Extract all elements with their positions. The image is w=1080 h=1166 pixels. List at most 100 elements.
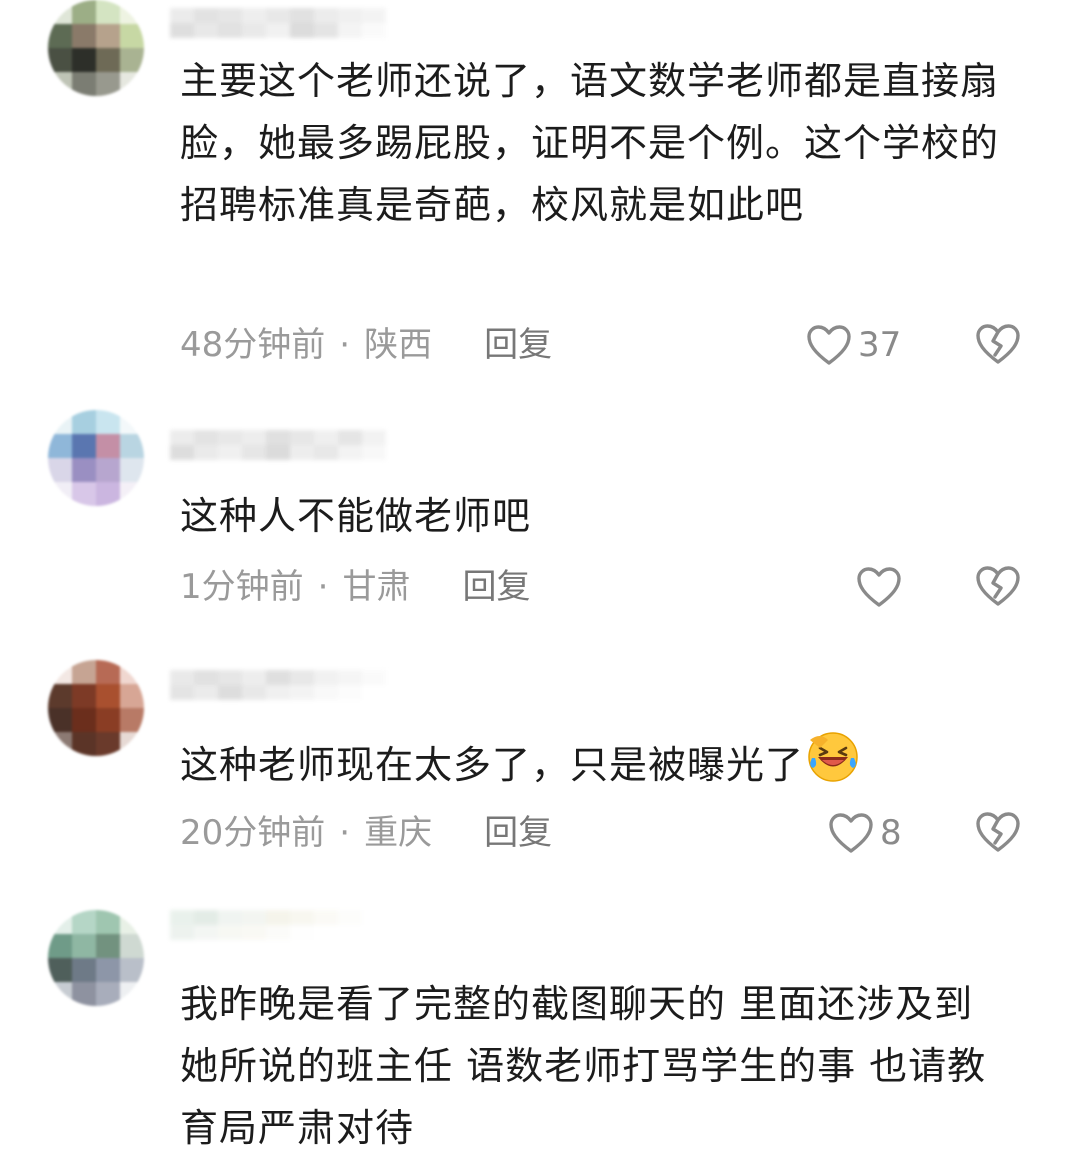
username-pixel: [194, 23, 218, 38]
username-pixel: [242, 8, 266, 23]
avatar-pixel: [96, 982, 120, 1006]
username-pixel: [338, 8, 362, 23]
like-count: 8: [880, 813, 902, 853]
comment-text: 主要这个老师还说了，语文数学老师都是直接扇脸，她最多踢屁股，证明不是个例。这个学…: [180, 59, 1000, 227]
avatar-pixel: [72, 958, 96, 982]
like-count: 37: [858, 325, 902, 365]
avatar-pixel: [120, 660, 144, 684]
username-pixel: [362, 910, 386, 925]
username-pixel: [290, 910, 314, 925]
username-pixel: [170, 430, 194, 445]
username-pixel: [290, 445, 314, 460]
username-pixel: [362, 670, 386, 685]
comment-meta: 48分钟前 · 陕西 回复: [180, 320, 552, 370]
username-pixel: [218, 8, 242, 23]
username-pixel: [194, 685, 218, 700]
avatar-pixel: [96, 910, 120, 934]
broken-heart-icon: [976, 324, 1020, 364]
heart-outline-icon: [829, 813, 873, 853]
laughing-crying-face-icon: [808, 732, 858, 782]
avatar-pixel: [72, 482, 96, 506]
reply-button[interactable]: 回复: [484, 808, 552, 858]
avatar-pixel: [96, 958, 120, 982]
username-pixel: [194, 430, 218, 445]
username-pixel: [338, 910, 362, 925]
avatar-pixel: [120, 708, 144, 732]
username-pixel: [266, 670, 290, 685]
comment-3: 这种老师现在太多了，只是被曝光了 20分钟前 · 重庆 回复 8: [0, 640, 1080, 890]
avatar-pixel: [48, 458, 72, 482]
username-pixel: [314, 445, 338, 460]
comment-text: 我昨晚是看了完整的截图聊天的 里面还涉及到她所说的班主任 语数老师打骂学生的事 …: [180, 982, 987, 1150]
broken-heart-icon: [976, 812, 1020, 852]
dislike-button[interactable]: [975, 322, 1021, 370]
username-pixel: [338, 445, 362, 460]
username-pixel: [242, 445, 266, 460]
avatar[interactable]: [48, 0, 144, 96]
username-pixel: [194, 8, 218, 23]
username-pixel: [266, 430, 290, 445]
like-button[interactable]: 37: [806, 320, 901, 370]
comment-time: 20分钟前: [180, 813, 326, 853]
comment-text: 这种老师现在太多了，只是被曝光了: [180, 730, 1010, 796]
avatar-pixel: [120, 458, 144, 482]
reply-button[interactable]: 回复: [484, 320, 552, 370]
dislike-button[interactable]: [975, 564, 1021, 612]
comment-meta: 20分钟前 · 重庆 回复: [180, 808, 552, 858]
dislike-button[interactable]: [975, 810, 1021, 858]
like-button[interactable]: [856, 562, 902, 612]
username-pixel: [218, 925, 242, 940]
username-pixel: [170, 925, 194, 940]
username-pixel: [362, 685, 386, 700]
meta-separator: ·: [339, 813, 351, 853]
avatar[interactable]: [48, 910, 144, 1006]
avatar-pixel: [72, 24, 96, 48]
avatar-pixel: [120, 934, 144, 958]
heart-outline-icon: [857, 567, 901, 607]
username-blurred[interactable]: [170, 670, 386, 700]
username-pixel: [362, 445, 386, 460]
avatar-pixel: [120, 72, 144, 96]
avatar-pixel: [72, 910, 96, 934]
avatar-pixel: [96, 934, 120, 958]
meta-separator: ·: [339, 325, 351, 365]
username-pixel: [314, 430, 338, 445]
username-blurred[interactable]: [170, 8, 386, 38]
username-pixel: [170, 445, 194, 460]
username-pixel: [218, 430, 242, 445]
username-pixel: [314, 910, 338, 925]
username-pixel: [266, 23, 290, 38]
username-pixel: [290, 23, 314, 38]
username-pixel: [314, 8, 338, 23]
avatar-pixel: [120, 24, 144, 48]
avatar-pixel: [48, 708, 72, 732]
username-pixel: [362, 23, 386, 38]
avatar-pixel: [72, 708, 96, 732]
avatar[interactable]: [48, 660, 144, 756]
username-pixel: [170, 8, 194, 23]
username-pixel: [290, 670, 314, 685]
avatar-pixel: [96, 72, 120, 96]
avatar-pixel: [72, 732, 96, 756]
avatar-pixel: [48, 958, 72, 982]
reply-button[interactable]: 回复: [462, 562, 530, 612]
username-blurred[interactable]: [170, 910, 386, 940]
username-pixel: [290, 685, 314, 700]
username-pixel: [338, 430, 362, 445]
avatar-pixel: [72, 934, 96, 958]
avatar-pixel: [48, 72, 72, 96]
username-pixel: [218, 445, 242, 460]
like-button[interactable]: 8: [828, 808, 902, 858]
avatar-pixel: [96, 48, 120, 72]
username-blurred[interactable]: [170, 430, 386, 460]
avatar-pixel: [120, 0, 144, 24]
username-pixel: [338, 685, 362, 700]
avatar-pixel: [96, 458, 120, 482]
username-pixel: [314, 670, 338, 685]
username-pixel: [266, 925, 290, 940]
avatar[interactable]: [48, 410, 144, 506]
avatar-pixel: [96, 434, 120, 458]
username-pixel: [290, 8, 314, 23]
username-pixel: [242, 910, 266, 925]
avatar-pixel: [120, 434, 144, 458]
